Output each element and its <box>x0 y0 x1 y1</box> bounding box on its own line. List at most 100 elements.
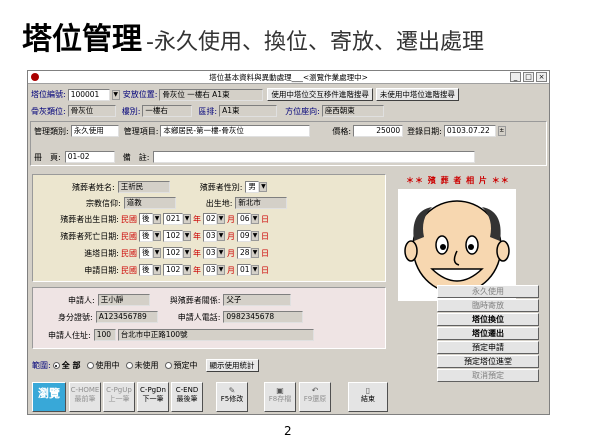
apply-day-dropdown-icon[interactable]: ▼ <box>251 265 259 275</box>
birth-pre-dropdown-icon[interactable]: ▼ <box>153 214 161 224</box>
enter-pre-field[interactable]: 後 <box>139 247 153 259</box>
apply-month-dropdown-icon[interactable]: ▼ <box>217 265 225 275</box>
gender-dropdown-icon[interactable]: ▼ <box>259 182 268 192</box>
birth-pre-field[interactable]: 後 <box>139 213 153 225</box>
apply-month-field[interactable]: 03 <box>203 264 217 276</box>
death-day-field[interactable]: 09 <box>237 230 251 242</box>
reserve-apply-button[interactable]: 預定申請 <box>437 341 539 354</box>
first-record-button[interactable]: C-HOME 最前筆 <box>69 382 101 412</box>
app-icon <box>31 73 39 81</box>
birth-month-field[interactable]: 02 <box>203 213 217 225</box>
prev-record-button[interactable]: C-PgUp 上一筆 <box>103 382 135 412</box>
next-record-button[interactable]: C-PgDn 下一筆 <box>137 382 169 412</box>
unused-search-button[interactable]: 未使用中塔位進階搜尋 <box>375 88 459 101</box>
birth-year-dropdown-icon[interactable]: ▼ <box>183 214 191 224</box>
app-window: 塔位基本資料與異動處理___<瀏覽作業處理中> _ □ × 塔位編號: 1000… <box>27 70 550 415</box>
tower-moveout-button[interactable]: 塔位遷出 <box>437 327 539 340</box>
zip-field[interactable]: 100 <box>93 329 116 341</box>
type-label: 骨灰類位: <box>31 106 66 116</box>
apply-pre-field[interactable]: 後 <box>139 264 153 276</box>
cancel-reserve-button[interactable]: 取消預定 <box>437 369 539 382</box>
address-field[interactable]: 台北市中正路100號 <box>117 329 314 341</box>
enter-day-field[interactable]: 28 <box>237 247 251 259</box>
birth-year-field[interactable]: 021 <box>163 213 183 225</box>
browse-button[interactable]: 瀏覽 <box>32 382 66 412</box>
save-button[interactable]: ▣ F8存檔 <box>264 382 296 412</box>
photo-title: ＊＊ 殯 葬 者 相 片 ＊＊ <box>406 176 510 185</box>
last-record-button[interactable]: C-END 最後筆 <box>171 382 203 412</box>
death-pre-dropdown-icon[interactable]: ▼ <box>153 231 161 241</box>
birth-date-label: 殯葬者出生日期: <box>60 214 119 224</box>
enter-year-field[interactable]: 102 <box>163 247 183 259</box>
maximize-button[interactable]: □ <box>523 72 534 82</box>
item-label: 管理項目: <box>123 126 159 136</box>
show-stats-button[interactable]: 顯示使用統計 <box>205 359 259 372</box>
birth-day-dropdown-icon[interactable]: ▼ <box>251 214 259 224</box>
apply-year-dropdown-icon[interactable]: ▼ <box>183 265 191 275</box>
apply-day-field[interactable]: 01 <box>237 264 251 276</box>
window-title: 塔位基本資料與異動處理___<瀏覽作業處理中> <box>209 72 368 82</box>
birthplace-field[interactable]: 新北市 <box>235 197 288 209</box>
exit-button[interactable]: ▯ 結束 <box>348 382 388 412</box>
book-field[interactable]: 01-02 <box>64 151 115 163</box>
first-key-label: C-HOME <box>70 386 100 394</box>
enter-month-dropdown-icon[interactable]: ▼ <box>217 248 225 258</box>
zone-field: A1東 <box>219 105 278 117</box>
death-day-dropdown-icon[interactable]: ▼ <box>251 231 259 241</box>
enter-year-dropdown-icon[interactable]: ▼ <box>183 248 191 258</box>
reg-date-label: 登錄日期: <box>407 126 442 136</box>
exit-door-icon: ▯ <box>365 386 371 395</box>
direction-label: 方位座向: <box>285 106 320 116</box>
tower-swap-button[interactable]: 塔位換位 <box>437 313 539 326</box>
deceased-gender-field[interactable]: 男 <box>245 181 260 193</box>
death-pre-field[interactable]: 後 <box>139 230 153 242</box>
reg-date-spinner-icon[interactable]: ± <box>497 126 506 136</box>
enter-era: 民國 <box>121 248 137 258</box>
enter-pre-dropdown-icon[interactable]: ▼ <box>153 248 161 258</box>
deceased-name-field[interactable]: 王祈民 <box>117 181 170 193</box>
birth-day-field[interactable]: 06 <box>237 213 251 225</box>
apply-pre-dropdown-icon[interactable]: ▼ <box>153 265 161 275</box>
temporary-storage-button[interactable]: 臨時寄放 <box>437 299 539 312</box>
price-field[interactable]: 25000 <box>353 125 404 137</box>
death-year-dropdown-icon[interactable]: ▼ <box>183 231 191 241</box>
death-month-dropdown-icon[interactable]: ▼ <box>217 231 225 241</box>
enter-day-dropdown-icon[interactable]: ▼ <box>251 248 259 258</box>
id-field[interactable]: A123456789 <box>95 311 158 323</box>
death-year-field[interactable]: 102 <box>163 230 183 242</box>
reg-date-field[interactable]: 0103.07.22 <box>443 125 496 137</box>
item-field[interactable]: 本鄉居民-第一樓-骨灰位 <box>160 125 311 137</box>
phone-field[interactable]: 0982345678 <box>223 311 304 323</box>
apply-year-field[interactable]: 102 <box>163 264 183 276</box>
edit-button[interactable]: ✎ F5修改 <box>216 382 248 412</box>
religion-field[interactable]: 道教 <box>123 197 176 209</box>
enter-month-field[interactable]: 03 <box>203 247 217 259</box>
filter-reserved-radio[interactable] <box>164 362 172 369</box>
filter-inuse-radio[interactable] <box>86 362 94 369</box>
deceased-gender-label: 殯葬者性別: <box>199 182 243 192</box>
tower-no-dropdown-icon[interactable]: ▼ <box>111 89 120 100</box>
filter-unused-label: 未使用 <box>134 361 159 370</box>
filter-unused-radio[interactable] <box>125 362 133 369</box>
prev-key-label: C-PgUp <box>106 386 132 394</box>
birth-era: 民國 <box>121 214 137 224</box>
exit-label: 結束 <box>361 395 375 403</box>
applicant-name-field[interactable]: 王小靜 <box>97 294 150 306</box>
filter-all-radio[interactable] <box>52 362 60 369</box>
relation-field[interactable]: 父子 <box>223 294 292 306</box>
birth-month-dropdown-icon[interactable]: ▼ <box>217 214 225 224</box>
filter-inuse-label: 使用中 <box>95 361 120 370</box>
close-button[interactable]: × <box>536 72 547 82</box>
swap-search-button[interactable]: 使用中塔位交互移件進階搜尋 <box>267 88 373 101</box>
tower-no-field[interactable]: 100001 <box>67 88 110 101</box>
death-day-unit: 日 <box>261 231 269 241</box>
note-field[interactable] <box>153 151 476 163</box>
next-key-label: C-PgDn <box>140 386 166 394</box>
permanent-use-button[interactable]: 永久使用 <box>437 285 539 298</box>
filter-all-label: 全 部 <box>61 361 81 370</box>
reserve-enter-button[interactable]: 預定塔位進堂 <box>437 355 539 368</box>
category-field[interactable]: 永久使用 <box>70 125 119 137</box>
undo-button[interactable]: ↶ F9還原 <box>299 382 331 412</box>
minimize-button[interactable]: _ <box>510 72 521 82</box>
death-month-field[interactable]: 03 <box>203 230 217 242</box>
